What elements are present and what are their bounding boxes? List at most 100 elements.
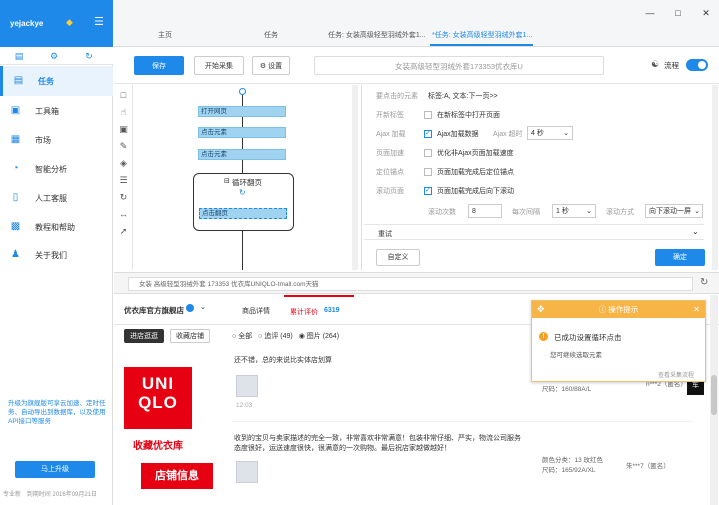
scroll-count-input[interactable]: 8: [468, 204, 502, 218]
uniqlo-logo[interactable]: UNI QLO 收藏优衣库: [124, 367, 192, 467]
upgrade-promo-text: 升级为旗舰版可享云加速、定时任务、自动导出到数据库，以及使用API接口等服务: [8, 400, 106, 425]
sidebar-subbar: ▤ ⚙ ↻: [0, 47, 113, 65]
popup-message: 已成功设置循环点击: [554, 333, 622, 342]
settings-button[interactable]: ⚙ 设置: [252, 56, 290, 75]
edition-label: 专业新: [3, 492, 22, 498]
upgrade-button[interactable]: 马上升级: [15, 461, 95, 478]
filter-append-radio[interactable]: ○ 追评 (49): [258, 333, 293, 340]
sidebar-item-about[interactable]: ♟ 关于我们: [0, 240, 113, 270]
interval-label: 每次间隔: [512, 209, 540, 216]
save-button[interactable]: 保存: [134, 56, 184, 75]
flow-node-click-element[interactable]: 点击元素: [198, 127, 286, 138]
info-icon: ⓘ: [598, 305, 607, 314]
interval-select[interactable]: 1 秒 ⌄: [552, 204, 596, 218]
review-text: 态度很好，运送速度很快，很满意的一次购物。最后祝店家越做越好！: [234, 445, 451, 452]
sidebar-item-label: 任务: [38, 77, 54, 86]
chevron-down-icon: ⌄: [694, 208, 700, 215]
favorite-shop-button[interactable]: 收藏店铺: [170, 329, 210, 343]
flow-node-click-next-page[interactable]: 点击翻页: [199, 208, 287, 219]
task-list-icon[interactable]: ▤: [14, 51, 24, 61]
input-icon[interactable]: ✎: [118, 141, 129, 152]
settings-gear-icon[interactable]: ⚙: [49, 51, 59, 61]
sidebar-item-label: 教程和帮助: [35, 223, 75, 232]
scroll-count-value: 8: [472, 208, 476, 215]
sidebar-item-analysis[interactable]: ◔ 智能分析: [0, 154, 113, 184]
account-footer: 专业新 到期时间 2016年09月21日: [3, 489, 97, 498]
loop-icon[interactable]: ↻: [118, 192, 129, 203]
new-tab-checkbox[interactable]: [424, 111, 432, 119]
tab-task-saved[interactable]: 任务: 女装高级轻型羽绒外套1...: [328, 30, 426, 40]
popup-title: 操作提示: [608, 305, 639, 314]
tab-reviews[interactable]: 累计评价 6319: [284, 295, 354, 325]
canvas-scrollbar[interactable]: [352, 85, 358, 270]
move-icon[interactable]: ✥: [537, 301, 545, 318]
sidebar-item-support[interactable]: ▯ 人工客服: [0, 183, 113, 213]
props-header-value: 标签:A, 文本:下一页>>: [428, 93, 498, 100]
flow-canvas[interactable]: 打开网页 点击元素 点击元素 ⊟ 循环翻页 ↻ 点击翻页: [134, 85, 360, 270]
flow-node-open-page[interactable]: 打开网页: [198, 106, 286, 117]
minimize-icon[interactable]: —: [644, 7, 656, 19]
retry-section[interactable]: 重试 ⌄: [364, 224, 704, 240]
sidebar-item-market[interactable]: ▦ 市场: [0, 125, 113, 155]
browser-refresh-icon[interactable]: ↻: [700, 277, 708, 288]
scroll-label: 滚动页面: [376, 188, 404, 195]
tab-home[interactable]: 主页: [158, 30, 172, 40]
review-size: 尺码：165/92A/XL: [542, 467, 596, 474]
list-icon[interactable]: ☰: [118, 175, 129, 186]
flow-loop-container[interactable]: ⊟ 循环翻页 ↻ 点击翻页: [193, 173, 294, 231]
filter-all-radio[interactable]: ○ 全部: [232, 333, 252, 340]
task-title-input[interactable]: 女装高级轻型羽绒外套173353优衣库U: [314, 56, 604, 75]
ajax-timeout-select[interactable]: 4 秒 ⌄: [527, 126, 573, 140]
ajax-checkbox[interactable]: [424, 129, 432, 138]
maximize-icon[interactable]: □: [672, 7, 684, 19]
username[interactable]: yejackye: [10, 19, 43, 28]
locate-anchor-row: 定位锚点 页面加载完成后定位锚点: [362, 162, 710, 181]
flow-node-click-element[interactable]: 点击元素: [198, 149, 286, 160]
review-size: 尺码：160/88A/L: [542, 386, 592, 393]
scrollbar-thumb[interactable]: [711, 375, 717, 415]
tab-product-details[interactable]: 商品详情: [242, 306, 270, 316]
click-icon[interactable]: ☝: [118, 107, 129, 118]
popup-close-icon[interactable]: ✕: [693, 301, 700, 318]
tab-task-unsaved[interactable]: *任务: 女装高级轻型羽绒外套1...: [432, 30, 532, 40]
brand-top: UNI: [141, 374, 175, 393]
page-scrollbar[interactable]: [710, 295, 718, 505]
open-page-icon[interactable]: □: [118, 90, 129, 101]
close-icon[interactable]: ✕: [700, 7, 712, 19]
market-icon: ▦: [10, 134, 21, 145]
page-speed-checkbox[interactable]: [424, 149, 432, 157]
sidebar-item-label: 人工客服: [35, 194, 67, 203]
props-scrollbar[interactable]: [712, 85, 718, 270]
brand-favorite[interactable]: 收藏优衣库: [124, 437, 192, 452]
shop-info-banner[interactable]: 店铺信息: [141, 463, 213, 489]
mouse-hover-icon[interactable]: ➚: [118, 226, 129, 237]
review-photo[interactable]: [236, 375, 258, 397]
new-tab-text: 在新标签中打开页面: [437, 112, 500, 119]
sidebar-item-tutorial[interactable]: ▩ 教程和帮助: [0, 212, 113, 242]
scroll-checkbox[interactable]: [424, 186, 432, 195]
direction-select[interactable]: 向下滚动一屏 ⌄: [645, 204, 703, 218]
confirm-button[interactable]: 确定: [655, 249, 705, 266]
sidebar-item-toolbox[interactable]: ▣ 工具箱: [0, 96, 113, 126]
review-photo[interactable]: [236, 461, 258, 483]
review-color: 颜色分类：13 玫红色: [542, 457, 604, 464]
locate-anchor-checkbox[interactable]: [424, 168, 432, 176]
cart-label: 车: [692, 382, 699, 389]
flow-toggle[interactable]: [686, 59, 708, 71]
menu-icon[interactable]: ☰: [94, 15, 104, 28]
filter-pics-label: 图片 (264): [306, 333, 340, 340]
tab-tasks[interactable]: 任务: [264, 30, 278, 40]
sidebar-item-tasks[interactable]: ▤ 任务: [0, 66, 113, 96]
shop-badge-icon: [186, 304, 194, 312]
filter-pics-radio[interactable]: ◉ 图片 (264): [299, 333, 339, 340]
popup-link[interactable]: 查看采集流程: [658, 370, 694, 379]
code-icon[interactable]: ↔: [118, 209, 129, 220]
enter-shop-button[interactable]: 进店逛逛: [124, 329, 164, 343]
refresh-icon[interactable]: ↻: [84, 51, 94, 61]
start-collect-button[interactable]: 开始采集: [194, 56, 244, 75]
custom-button[interactable]: 自定义: [376, 249, 420, 266]
extract-icon[interactable]: ▣: [118, 124, 129, 135]
condition-icon[interactable]: ◈: [118, 158, 129, 169]
shop-name[interactable]: 优衣库官方旗舰店: [124, 305, 184, 316]
url-field[interactable]: 女装 高级轻型羽绒外套 173353 优衣库UNIQLO-tmall.com天猫: [128, 277, 693, 291]
